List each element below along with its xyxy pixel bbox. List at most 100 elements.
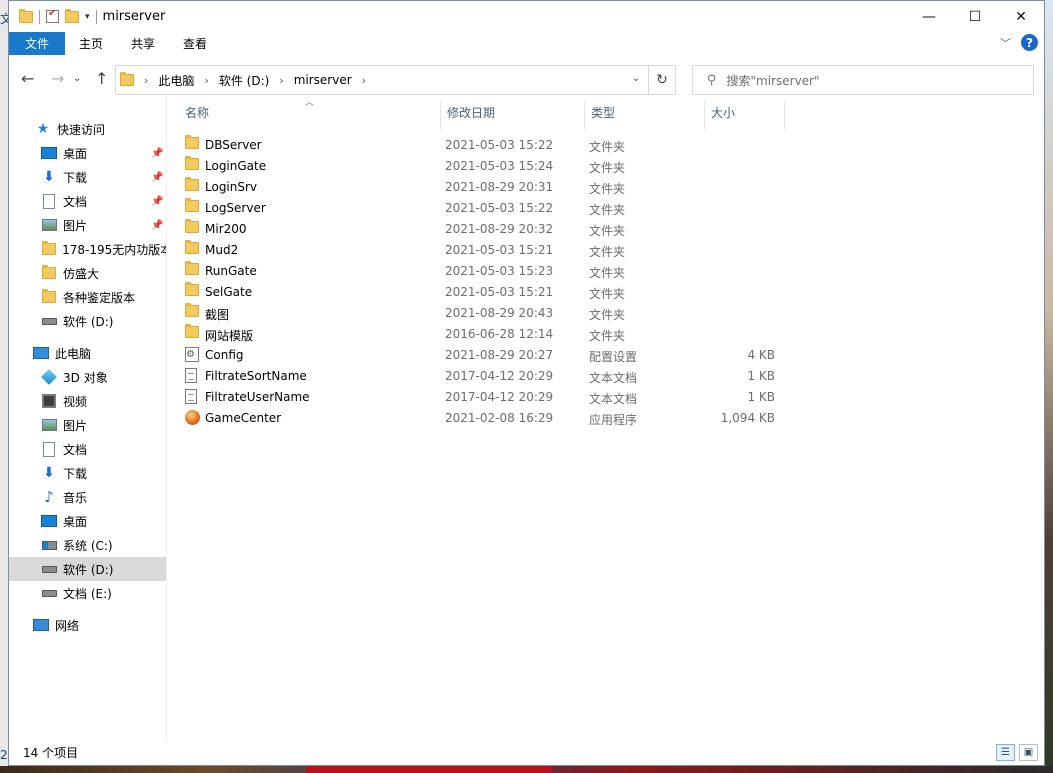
nav-quick-access[interactable]: ★ 快速访问 <box>9 117 166 141</box>
file-name: GameCenter <box>205 411 282 425</box>
breadcrumb-separator-icon[interactable]: › <box>144 74 148 87</box>
tab-share[interactable]: 共享 <box>117 32 169 55</box>
download-icon: ⬇ <box>43 169 55 185</box>
file-date: 2021-08-29 20:27 <box>445 348 554 362</box>
nav-item-documents-pc[interactable]: 文档 <box>9 437 166 461</box>
breadcrumb-this-pc[interactable]: 此电脑 <box>158 72 194 89</box>
table-row[interactable]: LoginSrv 2021-08-29 20:31 文件夹 <box>177 176 777 197</box>
nav-network[interactable]: 网络 <box>9 613 166 637</box>
nav-item-downloads-pc[interactable]: ⬇ 下载 <box>9 461 166 485</box>
nav-this-pc[interactable]: 此电脑 <box>9 341 166 365</box>
table-row[interactable]: Mir200 2021-08-29 20:32 文件夹 <box>177 218 777 239</box>
toolbar-separator <box>39 9 40 24</box>
table-row[interactable]: FiltrateUserName 2017-04-12 20:29 文本文档 1 KB <box>177 386 777 407</box>
table-row[interactable]: LogServer 2021-05-03 15:22 文件夹 <box>177 197 777 218</box>
search-input[interactable]: ⚲ 搜索"mirserver" <box>692 65 1034 95</box>
new-folder-icon[interactable] <box>65 8 79 23</box>
maximize-button[interactable]: ☐ <box>952 1 998 32</box>
nav-item-drive-d-quick[interactable]: 软件 (D:) <box>9 309 166 333</box>
customize-toolbar-dropdown-icon[interactable]: ▾ <box>85 12 90 22</box>
navigation-bar: ← → ⌄ ↑ › 此电脑 › 软件 (D:) › mirserver › ⌄ … <box>9 63 1044 95</box>
file-size: 1 KB <box>747 390 775 404</box>
up-arrow-icon[interactable]: ↑ <box>95 69 108 88</box>
file-date: 2021-05-03 15:21 <box>445 285 554 299</box>
pin-icon[interactable]: 📌 <box>151 148 163 159</box>
nav-item-videos[interactable]: 视频 <box>9 389 166 413</box>
title-bar[interactable]: ▾ mirserver — ☐ ✕ <box>9 1 1044 32</box>
picture-icon <box>41 417 57 433</box>
picture-icon <box>41 217 57 233</box>
file-type: 文件夹 <box>589 266 626 280</box>
table-row[interactable]: Config 2021-08-29 20:27 配置设置 4 KB <box>177 344 777 365</box>
table-row[interactable]: Mud2 2021-05-03 15:21 文件夹 <box>177 239 777 260</box>
nav-item-drive-e[interactable]: 文档 (E:) <box>9 581 166 605</box>
close-button[interactable]: ✕ <box>998 1 1044 32</box>
column-header-type[interactable]: 类型 <box>591 95 615 129</box>
tab-view[interactable]: 查看 <box>169 32 221 55</box>
breadcrumb-separator-icon[interactable]: › <box>204 74 208 87</box>
nav-item-recent-folder[interactable]: 仿盛大 <box>9 261 166 285</box>
table-row[interactable]: DBServer 2021-05-03 15:22 文件夹 <box>177 134 777 155</box>
nav-item-pictures-pc[interactable]: 图片 <box>9 413 166 437</box>
breadcrumb-separator-icon[interactable]: › <box>279 74 283 87</box>
nav-item-downloads[interactable]: ⬇ 下载 📌 <box>9 165 166 189</box>
breadcrumb-mirserver[interactable]: mirserver <box>294 73 352 87</box>
column-separator[interactable] <box>784 101 785 129</box>
address-dropdown-chevron-icon[interactable]: ⌄ <box>632 73 640 84</box>
tab-file[interactable]: 文件 <box>9 32 65 55</box>
table-row[interactable]: RunGate 2021-05-03 15:23 文件夹 <box>177 260 777 281</box>
folder-icon <box>185 240 199 257</box>
table-row[interactable]: FiltrateSortName 2017-04-12 20:29 文本文档 1 KB <box>177 365 777 386</box>
expand-ribbon-chevron-icon[interactable]: ﹀ <box>1000 35 1011 51</box>
file-date: 2021-02-08 16:29 <box>445 411 554 425</box>
properties-icon[interactable] <box>46 8 59 23</box>
nav-item-music[interactable]: ♪ 音乐 <box>9 485 166 509</box>
table-row[interactable]: GameCenter 2021-02-08 16:29 应用程序 1,094 KB <box>177 407 777 428</box>
nav-item-recent-folder[interactable]: 各种鉴定版本 <box>9 285 166 309</box>
nav-item-desktop-pc[interactable]: 桌面 <box>9 509 166 533</box>
config-file-icon <box>185 347 199 365</box>
folder-icon <box>41 241 56 257</box>
nav-item-recent-folder[interactable]: 178-195无内功版本 <box>9 237 166 261</box>
refresh-button[interactable]: ↻ <box>649 65 676 95</box>
details-view-icon[interactable]: ☰ <box>996 744 1015 761</box>
file-type: 文本文档 <box>589 392 638 406</box>
address-bar[interactable]: › 此电脑 › 软件 (D:) › mirserver › ⌄ <box>115 65 649 95</box>
column-separator[interactable] <box>704 101 705 129</box>
minimize-button[interactable]: — <box>906 1 952 32</box>
column-header-date[interactable]: 修改日期 <box>447 95 495 129</box>
file-date: 2021-05-03 15:24 <box>445 159 554 173</box>
column-header-name[interactable]: 名称 <box>185 95 209 129</box>
table-row[interactable]: SelGate 2021-05-03 15:21 文件夹 <box>177 281 777 302</box>
file-date: 2016-06-28 12:14 <box>445 327 554 341</box>
table-row[interactable]: LoginGate 2021-05-03 15:24 文件夹 <box>177 155 777 176</box>
recent-locations-chevron-icon[interactable]: ⌄ <box>73 73 81 84</box>
back-arrow-icon[interactable]: ← <box>21 69 34 88</box>
file-name: 截图 <box>205 308 230 322</box>
nav-item-pictures[interactable]: 图片 📌 <box>9 213 166 237</box>
pin-icon[interactable]: 📌 <box>151 172 163 183</box>
window-title: mirserver <box>102 9 166 24</box>
table-row[interactable]: 网站模版 2016-06-28 12:14 文件夹 <box>177 323 777 344</box>
nav-item-drive-c[interactable]: 系统 (C:) <box>9 533 166 557</box>
nav-item-desktop[interactable]: 桌面 📌 <box>9 141 166 165</box>
tab-home[interactable]: 主页 <box>65 32 117 55</box>
large-icons-view-icon[interactable]: ▣ <box>1019 744 1038 761</box>
nav-item-drive-d[interactable]: 软件 (D:) <box>9 557 166 581</box>
column-separator[interactable] <box>440 101 441 129</box>
nav-item-documents[interactable]: 文档 📌 <box>9 189 166 213</box>
breadcrumb-separator-icon[interactable]: › <box>362 74 366 87</box>
download-icon: ⬇ <box>43 465 55 481</box>
file-date: 2021-08-29 20:31 <box>445 180 554 194</box>
breadcrumb-drive-d[interactable]: 软件 (D:) <box>219 72 269 89</box>
column-separator[interactable] <box>584 101 585 129</box>
column-header-size[interactable]: 大小 <box>711 95 735 129</box>
table-row[interactable]: 截图 2021-08-29 20:43 文件夹 <box>177 302 777 323</box>
pin-icon[interactable]: 📌 <box>151 220 163 231</box>
forward-arrow-icon[interactable]: → <box>51 69 64 88</box>
help-icon[interactable]: ? <box>1021 34 1038 51</box>
folder-icon <box>185 198 199 215</box>
folder-icon <box>19 8 33 23</box>
nav-item-3d-objects[interactable]: 3D 对象 <box>9 365 166 389</box>
pin-icon[interactable]: 📌 <box>151 196 163 207</box>
